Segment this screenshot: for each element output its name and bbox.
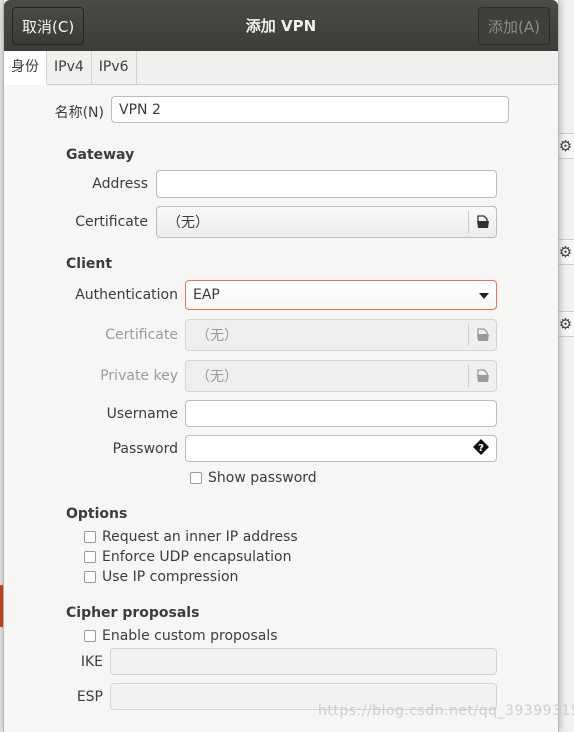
show-password-checkbox[interactable]: Show password [190,470,317,486]
svg-text:?: ? [478,443,484,454]
authentication-label: Authentication [75,287,178,303]
dialog-title: 添加 VPN [245,17,317,35]
enable-custom-proposals-checkbox[interactable]: Enable custom proposals [84,628,278,644]
gateway-certificate-label: Certificate [75,214,148,230]
show-password-label: Show password [208,470,317,486]
checkbox-box[interactable] [190,472,202,484]
enforce-udp-checkbox[interactable]: Enforce UDP encapsulation [84,549,291,565]
checkbox-label: Enforce UDP encapsulation [102,549,292,565]
authentication-value: EAP [193,287,220,303]
tab-identity[interactable]: 身份 [4,51,47,85]
private-key-chooser: （无） [185,360,497,392]
add-vpn-dialog: 取消(C) 添加 VPN 添加(A) 身份 IPv4 IPv6 名称(N) VP… [3,0,559,732]
gateway-certificate-value: （无） [167,215,209,231]
ip-compression-checkbox[interactable]: Use IP compression [84,569,238,585]
cipher-heading: Cipher proposals [66,605,200,621]
gateway-address-input[interactable] [156,170,497,198]
tab-ipv4[interactable]: IPv4 [47,51,92,84]
client-certificate-chooser: （无） [185,319,497,351]
checkbox-box[interactable] [84,551,96,563]
document-open-icon [468,365,496,387]
document-open-icon [468,324,496,346]
ike-label: IKE [80,654,103,670]
triangle-down-icon [479,287,489,303]
password-label: Password [112,441,178,457]
checkbox-label: Use IP compression [102,569,239,585]
gateway-certificate-chooser[interactable]: （无） [156,206,497,238]
checkbox-box[interactable] [84,531,96,543]
client-certificate-label: Certificate [105,327,178,343]
username-label: Username [106,406,178,422]
name-label: 名称(N) [54,105,104,121]
tab-ipv6[interactable]: IPv6 [92,51,137,84]
esp-label: ESP [76,689,103,705]
username-input[interactable] [185,400,497,427]
add-button[interactable]: 添加(A) [478,7,550,45]
watermark: https://blog.csdn.net/qq_39399315 [318,703,574,719]
name-input[interactable]: VPN 2 [111,96,509,123]
cancel-button[interactable]: 取消(C) [12,7,85,45]
tab-bar: 身份 IPv4 IPv6 [4,51,558,85]
authentication-dropdown[interactable]: EAP [185,280,497,310]
private-key-label: Private key [100,368,178,384]
dialog-titlebar: 取消(C) 添加 VPN 添加(A) [4,0,558,51]
client-heading: Client [66,256,113,272]
ike-input [110,648,497,675]
checkbox-box[interactable] [84,571,96,583]
document-open-icon [468,211,496,233]
checkbox-label: Enable custom proposals [102,628,278,644]
private-key-value: （无） [196,369,238,385]
password-input[interactable]: ? [185,435,497,462]
client-certificate-value: （无） [196,328,238,344]
gateway-heading: Gateway [66,147,135,163]
gateway-address-label: Address [92,176,148,192]
options-heading: Options [66,506,128,522]
checkbox-label: Request an inner IP address [102,529,298,545]
question-icon[interactable]: ? [473,438,489,459]
checkbox-box[interactable] [84,630,96,642]
request-inner-ip-checkbox[interactable]: Request an inner IP address [84,529,298,545]
